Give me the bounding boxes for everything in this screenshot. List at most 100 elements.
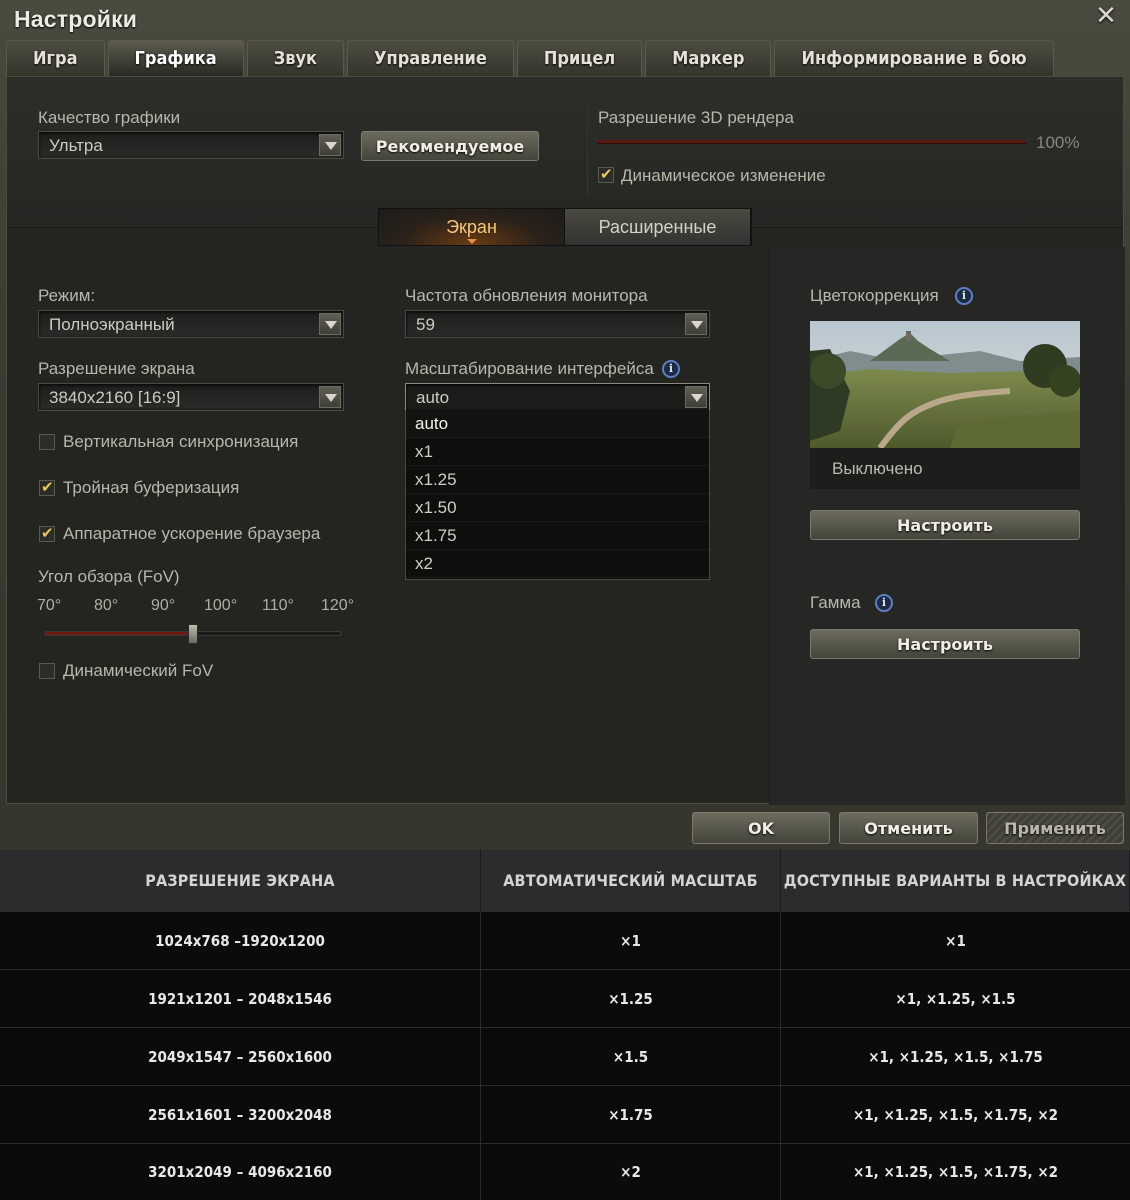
chevron-down-icon[interactable] bbox=[319, 134, 341, 156]
dynamic-fov-checkbox[interactable] bbox=[39, 663, 55, 679]
fov-slider-fill bbox=[46, 632, 194, 635]
info-icon[interactable]: i bbox=[955, 287, 973, 305]
color-correction-preview: Выключено bbox=[810, 321, 1080, 489]
triple-buffering-checkbox[interactable] bbox=[39, 478, 55, 496]
table-cell: ×1 bbox=[481, 912, 781, 969]
quality-value: Ультра bbox=[49, 136, 103, 155]
color-correction-status: Выключено bbox=[832, 459, 923, 478]
table-cell: ×1, ×1.25, ×1.5, ×1.75 bbox=[868, 1047, 1043, 1066]
fov-slider-handle[interactable] bbox=[188, 624, 198, 644]
column-header: АВТОМАТИЧЕСКИЙ МАСШТАБ bbox=[481, 850, 781, 911]
mode-value: Полноэкранный bbox=[49, 315, 175, 334]
browser-acceleration-checkbox[interactable] bbox=[39, 524, 55, 542]
landscape-preview-image bbox=[810, 321, 1080, 448]
table-header: РАЗРЕШЕНИЕ ЭКРАНА АВТОМАТИЧЕСКИЙ МАСШТАБ… bbox=[0, 850, 1130, 911]
vsync-checkbox[interactable] bbox=[39, 434, 55, 450]
quality-dropdown[interactable]: Ультра bbox=[38, 131, 344, 159]
dynamic-change-checkbox[interactable] bbox=[598, 165, 614, 183]
fov-tick: 90° bbox=[151, 597, 176, 614]
fov-tick: 120° bbox=[321, 597, 355, 614]
color-correction-label: Цветокоррекция bbox=[810, 286, 939, 305]
quality-label: Качество графики bbox=[38, 108, 181, 127]
table-cell: ×1, ×1.25, ×1.5 bbox=[895, 989, 1016, 1008]
scaling-option-x1-25[interactable]: x1.25 bbox=[406, 466, 709, 494]
settings-tabs: Игра Графика Звук Управление Прицел Марк… bbox=[6, 40, 1057, 76]
scaling-option-auto[interactable]: auto bbox=[406, 410, 709, 438]
chevron-down-icon[interactable] bbox=[685, 313, 707, 335]
chevron-down-icon[interactable] bbox=[319, 313, 341, 335]
refresh-rate-dropdown[interactable]: 59 bbox=[405, 310, 710, 338]
scaling-option-x2[interactable]: x2 bbox=[406, 550, 709, 578]
mode-dropdown[interactable]: Полноэкранный bbox=[38, 310, 344, 338]
tab-sight[interactable]: Прицел bbox=[516, 40, 643, 76]
table-cell: 2049x1547 – 2560x1600 bbox=[0, 1028, 481, 1085]
column-header: РАЗРЕШЕНИЕ ЭКРАНА bbox=[0, 850, 481, 911]
triple-buffering-label: Тройная буферизация bbox=[63, 478, 240, 497]
resolution-label: Разрешение экрана bbox=[38, 359, 195, 378]
refresh-rate-value: 59 bbox=[416, 315, 435, 334]
table-cell: ×1.75 bbox=[481, 1086, 781, 1143]
scaling-table: РАЗРЕШЕНИЕ ЭКРАНА АВТОМАТИЧЕСКИЙ МАСШТАБ… bbox=[0, 850, 1130, 1200]
tab-controls[interactable]: Управление bbox=[347, 40, 514, 76]
tab-marker[interactable]: Маркер bbox=[645, 40, 772, 76]
table-cell: ×1.25 bbox=[481, 970, 781, 1027]
close-icon[interactable]: ✕ bbox=[1094, 2, 1118, 28]
scaling-options-list: auto x1 x1.25 x1.50 x1.75 x2 bbox=[405, 410, 710, 580]
table-cell: ×1, ×1.25, ×1.5, ×1.75, ×2 bbox=[852, 1163, 1059, 1181]
dynamic-fov-label: Динамический FoV bbox=[63, 661, 214, 680]
tab-battle-info[interactable]: Информирование в бою bbox=[774, 40, 1054, 76]
fov-ticks: 70° 80° 90° 100° 110° 120° bbox=[37, 597, 367, 617]
chevron-down-icon[interactable] bbox=[685, 386, 707, 408]
window-title: Настройки bbox=[14, 6, 138, 32]
gamma-configure-button[interactable]: Настроить bbox=[810, 629, 1080, 659]
tab-game[interactable]: Игра bbox=[6, 40, 105, 76]
ok-button[interactable]: OK bbox=[692, 812, 830, 844]
table-row: 2561x1601 – 3200x2048 ×1.75 ×1, ×1.25, ×… bbox=[0, 1085, 1130, 1143]
gamma-label: Гамма bbox=[810, 593, 861, 612]
scaling-option-x1[interactable]: x1 bbox=[406, 438, 709, 466]
fov-tick: 70° bbox=[37, 597, 62, 614]
table-cell: 1024x768 –1920x1200 bbox=[0, 912, 481, 969]
table-cell: ×2 bbox=[481, 1144, 781, 1200]
tab-graphics[interactable]: Графика bbox=[107, 40, 244, 76]
table-cell: 3201x2049 – 4096x2160 bbox=[0, 1144, 481, 1200]
render3d-label: Разрешение 3D рендера bbox=[598, 108, 794, 127]
table-row: 2049x1547 – 2560x1600 ×1.5 ×1, ×1.25, ×1… bbox=[0, 1027, 1130, 1085]
table-cell: ×1, ×1.25, ×1.5, ×1.75, ×2 bbox=[852, 1105, 1059, 1124]
browser-acceleration-label: Аппаратное ускорение браузера bbox=[63, 524, 321, 543]
scaling-option-x1-50[interactable]: x1.50 bbox=[406, 494, 709, 522]
fov-tick: 100° bbox=[204, 597, 238, 614]
table-row: 1921x1201 – 2048x1546 ×1.25 ×1, ×1.25, ×… bbox=[0, 969, 1130, 1027]
table-cell: 1921x1201 – 2048x1546 bbox=[0, 970, 481, 1027]
subtab-screen[interactable]: Экран bbox=[379, 209, 565, 245]
refresh-rate-label: Частота обновления монитора bbox=[405, 286, 648, 305]
cancel-button[interactable]: Отменить bbox=[839, 812, 978, 844]
fov-tick: 80° bbox=[94, 597, 119, 614]
graphics-subtabs: Экран Расширенные bbox=[378, 208, 752, 246]
apply-button[interactable]: Применить bbox=[986, 812, 1124, 844]
mode-label: Режим: bbox=[38, 286, 96, 305]
scaling-option-x1-75[interactable]: x1.75 bbox=[406, 522, 709, 550]
subtab-advanced[interactable]: Расширенные bbox=[565, 209, 751, 245]
recommended-button[interactable]: Рекомендуемое bbox=[361, 131, 539, 161]
info-icon[interactable]: i bbox=[875, 594, 893, 612]
chevron-down-icon[interactable] bbox=[319, 386, 341, 408]
render3d-percent: 100% bbox=[1036, 133, 1080, 152]
fov-label: Угол обзора (FoV) bbox=[38, 567, 180, 586]
fov-tick: 110° bbox=[262, 597, 294, 614]
dynamic-change-label: Динамическое изменение bbox=[621, 166, 826, 185]
scaling-dropdown[interactable]: auto bbox=[405, 383, 710, 411]
scaling-label: Масштабирование интерфейса bbox=[405, 359, 654, 378]
tab-sound[interactable]: Звук bbox=[246, 40, 345, 76]
info-icon[interactable]: i bbox=[662, 360, 680, 378]
column-header: ДОСТУПНЫЕ ВАРИАНТЫ В НАСТРОЙКАХ bbox=[781, 850, 1130, 911]
vsync-label: Вертикальная синхронизация bbox=[63, 432, 299, 451]
table-cell: 2561x1601 – 3200x2048 bbox=[0, 1086, 481, 1143]
color-correction-configure-button[interactable]: Настроить bbox=[810, 510, 1080, 540]
render3d-slider[interactable] bbox=[598, 140, 1026, 144]
resolution-dropdown[interactable]: 3840x2160 [16:9] bbox=[38, 383, 344, 411]
table-row: 1024x768 –1920x1200 ×1 ×1 bbox=[0, 911, 1130, 969]
table-cell: ×1 bbox=[945, 931, 966, 950]
table-cell: ×1.5 bbox=[481, 1028, 781, 1085]
table-row: 3201x2049 – 4096x2160 ×2 ×1, ×1.25, ×1.5… bbox=[0, 1143, 1130, 1200]
